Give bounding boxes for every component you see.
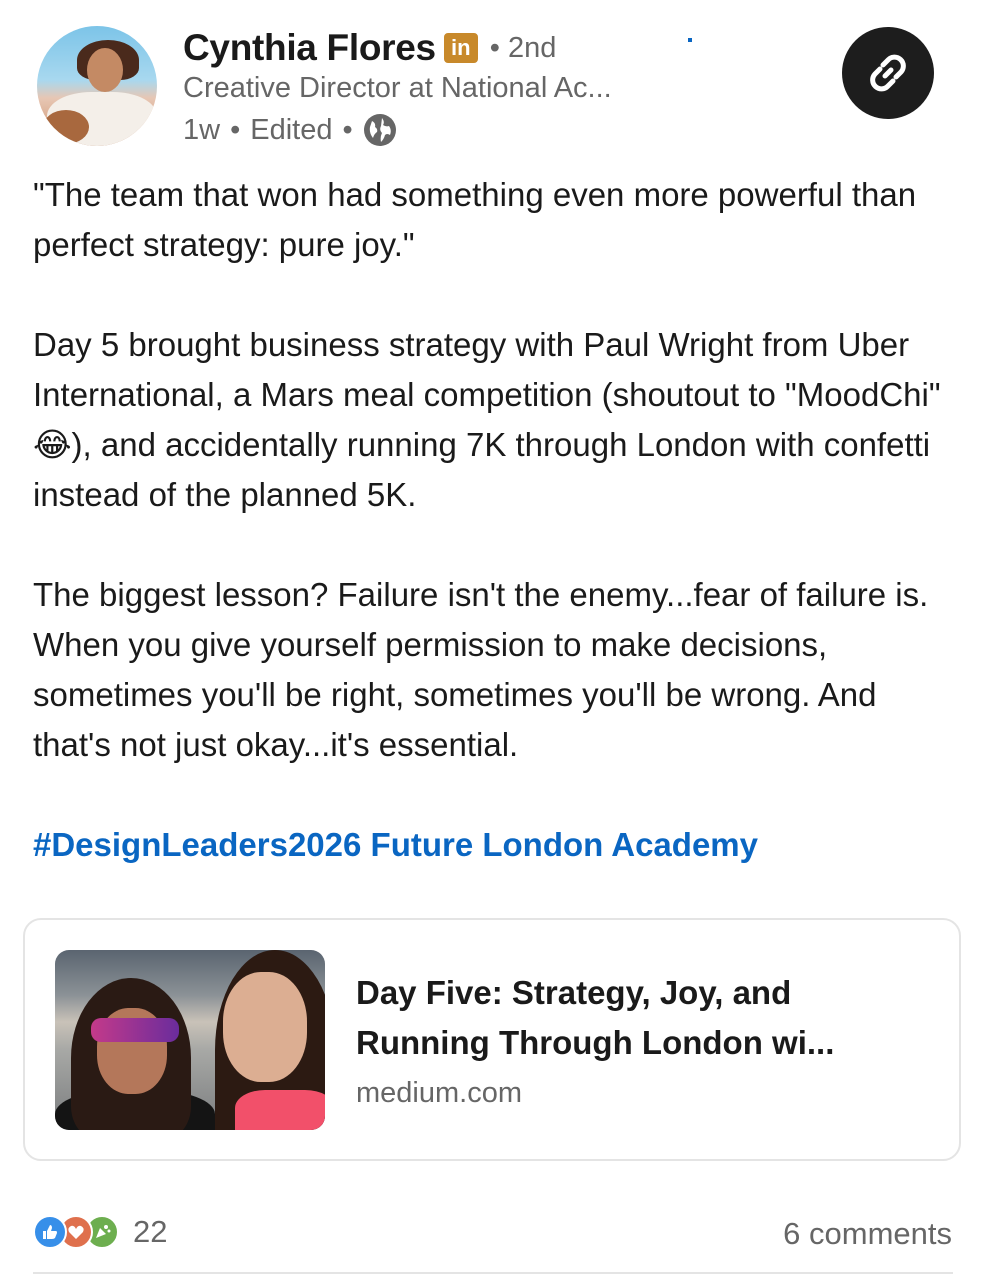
avatar-face [87,48,123,92]
author-name-row: Cynthia Flores in • 2nd [183,26,556,70]
post-body: "The team that won had something even mo… [33,170,963,820]
link-preview-title[interactable]: Day Five: Strategy, Joy, and Running Thr… [356,968,916,1068]
connection-degree: • 2nd [489,31,557,64]
link-preview-domain: medium.com [356,1077,522,1109]
author-avatar[interactable] [37,26,157,146]
feed-post: Cynthia Flores in • 2nd Creative Directo… [0,0,986,1276]
post-tags: #DesignLeaders2026 Future London Academy [33,820,758,870]
comments-count[interactable]: 6 comments [783,1212,952,1256]
decorative-dot [688,38,692,42]
author-headline: Creative Director at National Ac... [183,72,612,104]
mention-link[interactable]: Future London Academy [371,826,758,863]
link-preview-card[interactable]: Day Five: Strategy, Joy, and Running Thr… [23,918,961,1161]
meta-separator: • [342,113,353,146]
author-name[interactable]: Cynthia Flores [183,27,436,69]
divider [33,1272,953,1274]
like-icon [33,1215,67,1249]
link-preview-thumbnail [55,950,325,1130]
reactions-summary[interactable]: 22 [33,1212,167,1252]
link-icon [870,54,906,92]
post-paragraph: The biggest lesson? Failure isn't the en… [33,576,929,763]
reaction-count: 22 [133,1214,168,1249]
avatar-guitar [43,110,89,144]
linkedin-premium-icon: in [443,33,478,63]
copy-link-button[interactable] [842,27,934,119]
meta-separator: • [230,113,241,146]
hashtag-link[interactable]: #DesignLeaders2026 [33,826,361,863]
post-meta: 1w • Edited • [183,110,397,150]
edited-label: Edited [250,113,333,146]
post-paragraph: "The team that won had something even mo… [33,176,917,263]
globe-icon [363,113,397,147]
post-time: 1w [183,113,221,146]
post-paragraph: Day 5 brought business strategy with Pau… [33,326,941,513]
